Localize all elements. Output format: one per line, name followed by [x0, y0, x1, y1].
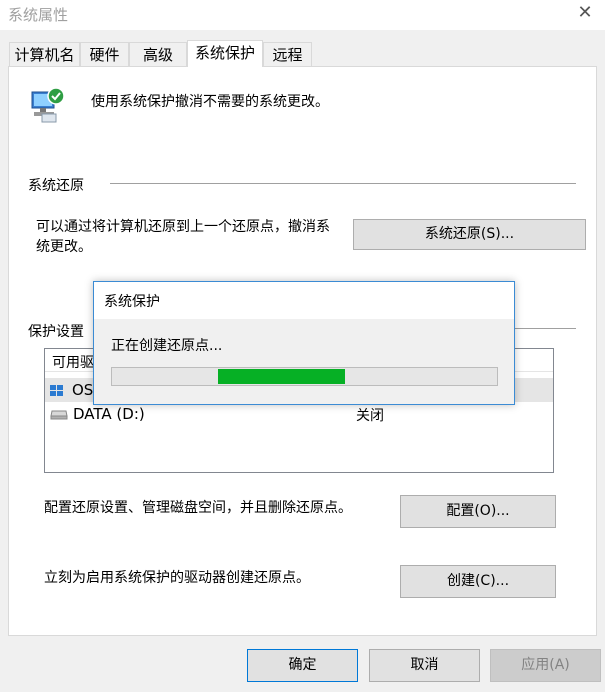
- restore-description-line2: 统更改。: [36, 239, 92, 255]
- title-bar: 系统属性 ✕: [0, 0, 605, 30]
- tab-system-protection[interactable]: 系统保护: [187, 40, 263, 67]
- restore-heading: 系统还原: [28, 178, 84, 194]
- restore-description-line1: 可以通过将计算机还原到上一个还原点，撤消系: [36, 219, 330, 235]
- progress-dialog-title: 系统保护: [104, 294, 160, 310]
- protection-heading: 保护设置: [28, 324, 84, 340]
- apply-button[interactable]: 应用(A): [490, 649, 601, 682]
- progress-bar-fill: [218, 369, 345, 384]
- tab-advanced[interactable]: 高级: [129, 42, 187, 66]
- configure-text: 配置还原设置、管理磁盘空间，并且删除还原点。: [44, 500, 352, 516]
- system-restore-button[interactable]: 系统还原(S)...: [353, 219, 586, 250]
- drive-icon: [50, 408, 68, 420]
- protection-divider: [515, 328, 576, 329]
- progress-bar: [111, 367, 498, 386]
- restore-divider: [110, 183, 576, 184]
- configure-button[interactable]: 配置(O)...: [400, 495, 556, 528]
- cancel-button[interactable]: 取消: [369, 649, 480, 682]
- intro-text: 使用系统保护撤消不需要的系统更改。: [91, 94, 329, 110]
- create-text: 立刻为启用系统保护的驱动器创建还原点。: [44, 570, 310, 586]
- drive-status: 关闭: [356, 408, 384, 424]
- tab-hardware[interactable]: 硬件: [80, 42, 129, 66]
- progress-dialog-body: 正在创建还原点...: [94, 319, 514, 404]
- drive-row-data[interactable]: DATA (D:) 关闭: [45, 402, 553, 426]
- progress-dialog: 系统保护 正在创建还原点...: [93, 281, 515, 405]
- ok-button[interactable]: 确定: [247, 649, 358, 682]
- drive-name: OS: [72, 381, 94, 399]
- system-drive-icon: [49, 382, 65, 398]
- close-button[interactable]: ✕: [572, 2, 598, 26]
- tab-computer-name[interactable]: 计算机名: [9, 42, 80, 66]
- column-header-drive[interactable]: 可用驱: [52, 352, 94, 372]
- progress-message: 正在创建还原点...: [111, 338, 223, 354]
- window-title: 系统属性: [8, 6, 69, 24]
- create-button[interactable]: 创建(C)...: [400, 565, 556, 598]
- drive-name: DATA (D:): [73, 405, 145, 423]
- tab-remote[interactable]: 远程: [263, 42, 312, 66]
- system-protection-icon: [28, 84, 68, 124]
